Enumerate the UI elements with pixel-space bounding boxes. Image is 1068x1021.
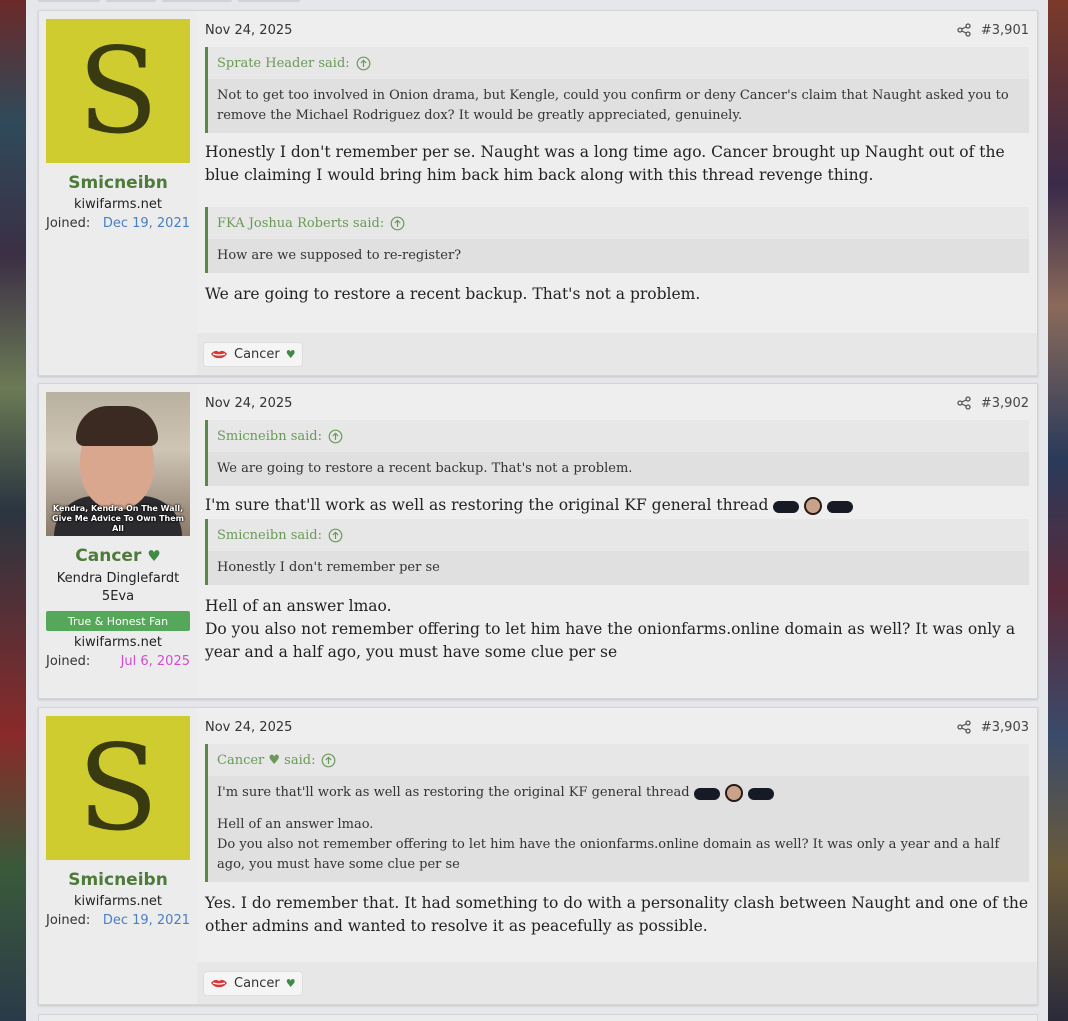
quote-author-label: FKA Joshua Roberts said:: [217, 215, 385, 231]
arrow-up-circle-icon[interactable]: [390, 216, 405, 231]
post-body-text: Honestly I don't remember per se. Naught…: [205, 143, 1005, 184]
quote-author[interactable]: Sprate Header said:: [208, 47, 1029, 79]
post-main: Nov 24, 2025 #3,902 Smicneibn said: We a…: [197, 384, 1037, 698]
quote-author[interactable]: Smicneibn said:: [208, 420, 1029, 452]
user-site: kiwifarms.net: [74, 635, 162, 650]
lips-icon: [211, 979, 227, 988]
pagination-stub: [38, 0, 438, 2]
post-header: Nov 24, 2025 #3,903: [205, 716, 1029, 738]
user-banner: True & Honest Fan: [46, 611, 190, 631]
post-header: Nov 24, 2025 #3,902: [205, 392, 1029, 414]
avatar[interactable]: S: [46, 716, 190, 860]
post-body-text: We are going to restore a recent backup.…: [205, 285, 701, 303]
user-site: kiwifarms.net: [74, 894, 162, 909]
arrow-up-circle-icon[interactable]: [321, 753, 336, 768]
quote-text: How are we supposed to re-register?: [208, 239, 1029, 273]
joined-label: Joined:: [46, 654, 91, 669]
post-main: Nov 24, 2025 #3,903 Cancer ♥ said: I'm s…: [197, 708, 1037, 1004]
quote-line-text: I'm sure that'll work as well as restori…: [217, 785, 690, 800]
quote-author-label: Sprate Header said:: [217, 55, 350, 71]
reaction-user: Cancer: [234, 346, 280, 362]
arrow-up-circle-icon[interactable]: [356, 56, 371, 71]
joined-date: Jul 6, 2025: [120, 654, 190, 669]
quote-text: Honestly I don't remember per se: [208, 551, 1029, 585]
post-number[interactable]: #3,903: [981, 720, 1029, 735]
joined-row: Joined: Dec 19, 2021: [46, 913, 190, 928]
quote-author[interactable]: FKA Joshua Roberts said:: [208, 207, 1029, 239]
quote-block: Cancer ♥ said: I'm sure that'll work as …: [205, 744, 1029, 882]
joined-row: Joined: Dec 19, 2021: [46, 216, 190, 231]
post-number[interactable]: #3,902: [981, 396, 1029, 411]
share-icon[interactable]: [957, 720, 971, 734]
quote-author-label: Cancer ♥ said:: [217, 752, 316, 768]
joined-row: Joined: Jul 6, 2025: [46, 654, 190, 669]
quote-author-label: Smicneibn said:: [217, 527, 323, 543]
user-title: Kendra Dinglefardt 5Eva: [56, 571, 180, 604]
joined-label: Joined:: [46, 913, 91, 928]
joined-date: Dec 19, 2021: [102, 216, 190, 231]
avatar-caption: Kendra, Kendra On The Wall, Give Me Advi…: [52, 504, 184, 533]
post-3902: Kendra, Kendra On The Wall, Give Me Advi…: [38, 383, 1038, 699]
arrow-up-circle-icon[interactable]: [328, 528, 343, 543]
post-header: Nov 24, 2025 #3,901: [205, 19, 1029, 41]
post-3903: S Smicneibn kiwifarms.net Joined: Dec 19…: [38, 707, 1038, 1005]
heart-icon: ♥: [147, 547, 161, 565]
username[interactable]: Smicneibn: [68, 870, 168, 890]
user-site: kiwifarms.net: [74, 197, 162, 212]
lips-icon: [211, 350, 227, 359]
heart-icon: ♥: [285, 976, 296, 990]
post-user-cell: S Smicneibn kiwifarms.net Joined: Dec 19…: [39, 11, 197, 375]
quote-line: Do you also not remember offering to let…: [217, 837, 1000, 872]
post-date[interactable]: Nov 24, 2025: [205, 720, 292, 735]
heart-icon: ♥: [285, 347, 296, 361]
reaction-user: Cancer: [234, 975, 280, 991]
reaction-list[interactable]: Cancer ♥: [203, 341, 303, 367]
quote-line: I'm sure that'll work as well as restori…: [217, 783, 1020, 803]
post-user-cell: S Smicneibn kiwifarms.net Joined: Dec 19…: [39, 708, 197, 1004]
quote-block: Sprate Header said: Not to get too invol…: [205, 47, 1029, 133]
post-number[interactable]: #3,901: [981, 23, 1029, 38]
post-body-line: I'm sure that'll work as well as restori…: [205, 496, 769, 514]
quote-text: Not to get too involved in Onion drama, …: [208, 79, 1029, 133]
reaction-list[interactable]: Cancer ♥: [203, 970, 303, 996]
quote-text: We are going to restore a recent backup.…: [208, 452, 1029, 486]
quote-line: Hell of an answer lmao.: [217, 817, 374, 832]
username[interactable]: Cancer ♥: [75, 546, 160, 566]
share-icon[interactable]: [957, 396, 971, 410]
background-right: [1048, 0, 1068, 1021]
reactions-bar: Cancer ♥: [197, 962, 1037, 1004]
share-icon[interactable]: [957, 23, 971, 37]
post-body-text: I'm sure that'll work as well as restori…: [205, 494, 1029, 517]
quote-author[interactable]: Smicneibn said:: [208, 519, 1029, 551]
post-body-text: Yes. I do remember that. It had somethin…: [205, 894, 1029, 935]
quote-block: Smicneibn said: Honestly I don't remembe…: [205, 519, 1029, 585]
avatar-hair: [76, 406, 158, 446]
post-date[interactable]: Nov 24, 2025: [205, 396, 292, 411]
reactions-bar: Cancer ♥: [197, 333, 1037, 375]
username[interactable]: Smicneibn: [68, 173, 168, 193]
quote-block: FKA Joshua Roberts said: How are we supp…: [205, 207, 1029, 273]
quote-author[interactable]: Cancer ♥ said:: [208, 744, 1029, 776]
post-body-text: Do you also not remember offering to let…: [205, 620, 1016, 661]
thread-container: S Smicneibn kiwifarms.net Joined: Dec 19…: [26, 0, 1048, 1021]
background-left: [0, 0, 26, 1021]
quote-author-label: Smicneibn said:: [217, 428, 323, 444]
post-3901: S Smicneibn kiwifarms.net Joined: Dec 19…: [38, 10, 1038, 376]
joined-date: Dec 19, 2021: [102, 913, 190, 928]
arrow-up-circle-icon[interactable]: [328, 429, 343, 444]
quote-block: Smicneibn said: We are going to restore …: [205, 420, 1029, 486]
post-user-cell: Kendra, Kendra On The Wall, Give Me Advi…: [39, 384, 197, 698]
quote-text: I'm sure that'll work as well as restori…: [208, 776, 1029, 882]
joined-label: Joined:: [46, 216, 91, 231]
avatar[interactable]: S: [46, 19, 190, 163]
post-main: Nov 24, 2025 #3,901 Sprate Header said: …: [197, 11, 1037, 375]
avatar[interactable]: Kendra, Kendra On The Wall, Give Me Advi…: [46, 392, 190, 536]
post-date[interactable]: Nov 24, 2025: [205, 23, 292, 38]
sticker-image: [773, 497, 854, 515]
username-text: Cancer: [75, 546, 142, 566]
sticker-image: [693, 783, 774, 802]
next-post-stub: [38, 1014, 1038, 1021]
post-body-text: Hell of an answer lmao.: [205, 597, 392, 615]
